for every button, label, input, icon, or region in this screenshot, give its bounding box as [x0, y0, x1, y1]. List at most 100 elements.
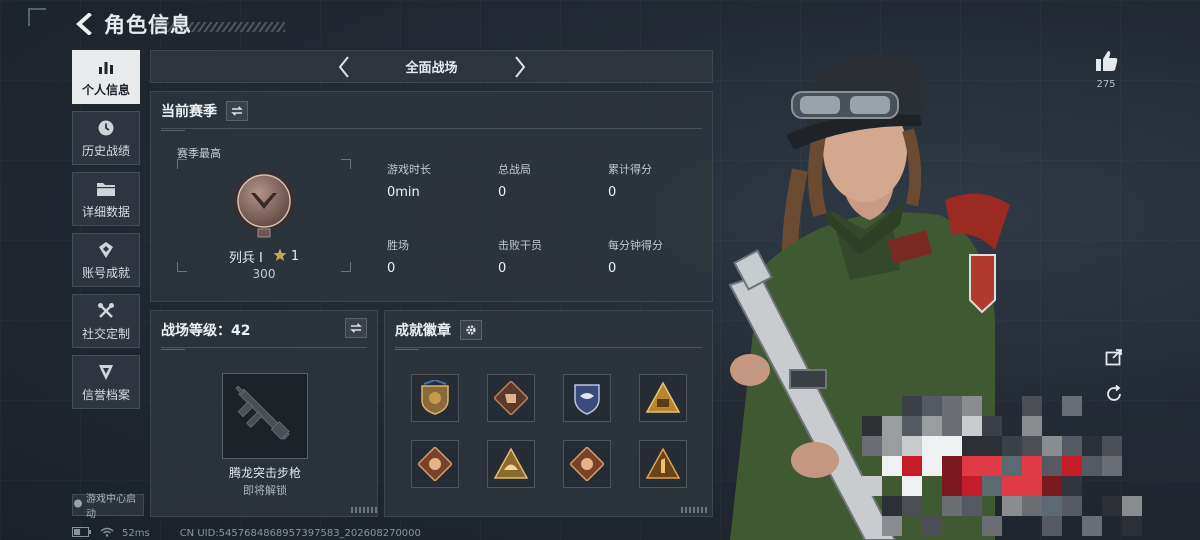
mosaic-cell — [1082, 416, 1102, 436]
badges-settings-button[interactable] — [460, 320, 482, 340]
thumbs-up-icon[interactable] — [1092, 48, 1122, 74]
mosaic-cell — [962, 496, 982, 516]
divider — [161, 347, 367, 350]
mode-next-chevron-icon[interactable] — [507, 54, 533, 80]
badge-dragon-icon[interactable] — [563, 440, 611, 488]
current-season-panel: 当前赛季 赛季最高 列兵 I 1 300 游戏时长 0min 总战局 0 累计得… — [150, 91, 713, 302]
mosaic-cell — [1122, 476, 1142, 496]
weapon-card[interactable] — [222, 373, 308, 459]
mosaic-cell — [1082, 516, 1102, 536]
mosaic-cell — [862, 436, 882, 456]
sidebar-item-personal-info[interactable]: 个人信息 — [72, 50, 140, 104]
season-swap-button[interactable] — [226, 101, 248, 121]
mosaic-cell — [1022, 476, 1042, 496]
chat-bubble-icon — [73, 499, 83, 512]
mosaic-cell — [922, 496, 942, 516]
mosaic-cell — [1102, 516, 1122, 536]
stat-label: 胜场 — [387, 239, 409, 252]
mosaic-cell — [982, 416, 1002, 436]
sidebar-item-label: 个人信息 — [81, 82, 130, 97]
sidebar-item-credit[interactable]: 信誉档案 — [72, 355, 140, 409]
stat-wins: 胜场 0 — [387, 237, 409, 276]
stat-score-per-minute: 每分钟得分 0 — [608, 237, 663, 276]
mosaic-cell — [922, 456, 942, 476]
sidebar-item-social[interactable]: 社交定制 — [72, 294, 140, 348]
divider — [395, 347, 702, 350]
mosaic-cell — [1042, 416, 1062, 436]
back-arrow-icon[interactable] — [70, 10, 98, 38]
mosaic-cell — [1062, 456, 1082, 476]
mosaic-cell — [882, 516, 902, 536]
mosaic-cell — [882, 496, 902, 516]
mosaic-cell — [1002, 496, 1022, 516]
frame-corner — [177, 159, 187, 169]
badge-fist-icon[interactable] — [487, 374, 535, 422]
clock-icon — [95, 118, 117, 138]
mosaic-cell — [1042, 516, 1062, 536]
stat-value: 0min — [387, 185, 420, 200]
mosaic-cell — [1022, 396, 1042, 416]
folder-icon — [95, 179, 117, 199]
divider — [161, 128, 702, 131]
mosaic-cell — [862, 516, 882, 536]
mosaic-cell — [1002, 516, 1022, 536]
mosaic-cell — [942, 476, 962, 496]
badge-number-one-triangle-icon[interactable] — [639, 440, 687, 488]
badge-eagle-shield-icon[interactable] — [411, 374, 459, 422]
mosaic-cell — [1002, 436, 1022, 456]
mosaic-cell — [1122, 516, 1142, 536]
mosaic-cell — [1042, 476, 1062, 496]
mode-title: 全面战场 — [405, 61, 458, 76]
mosaic-cell — [882, 436, 902, 456]
mosaic-cell — [1022, 456, 1042, 476]
mosaic-cell — [982, 456, 1002, 476]
like-count: 275 — [1096, 79, 1116, 90]
sidebar-item-achievements[interactable]: 账号成就 — [72, 233, 140, 287]
mosaic-cell — [902, 516, 922, 536]
mosaic-cell — [902, 496, 922, 516]
mosaic-cell — [942, 516, 962, 536]
badge-wing-shield-icon[interactable] — [563, 374, 611, 422]
mosaic-cell — [1082, 396, 1102, 416]
sidebar-item-detailed-data[interactable]: 详细数据 — [72, 172, 140, 226]
mosaic-cell — [922, 516, 942, 536]
weapon-name: 腾龙突击步枪 — [228, 466, 301, 480]
status-bar: 52ms CN UID:5457684868957397583_20260827… — [72, 526, 421, 540]
battery-icon — [72, 526, 92, 540]
badge-dragon-icon[interactable] — [411, 440, 459, 488]
achievement-icon — [95, 240, 117, 260]
mode-prev-chevron-icon[interactable] — [331, 54, 357, 80]
mosaic-cell — [962, 396, 982, 416]
badge-triangle-soldiers-icon[interactable] — [639, 374, 687, 422]
mosaic-cell — [862, 416, 882, 436]
mosaic-cell — [962, 456, 982, 476]
mosaic-cell — [902, 396, 922, 416]
stat-label: 累计得分 — [608, 163, 652, 176]
stat-play-time: 游戏时长 0min — [387, 161, 431, 200]
frame-corner — [341, 159, 351, 169]
mosaic-cell — [1002, 456, 1022, 476]
sidebar-item-history[interactable]: 历史战绩 — [72, 111, 140, 165]
mosaic-cell — [1042, 496, 1062, 516]
mosaic-cell — [942, 436, 962, 456]
game-center-launch-button[interactable]: 游戏中心启动 — [72, 494, 144, 520]
stat-value: 0 — [498, 185, 507, 200]
level-swap-button[interactable] — [345, 318, 367, 338]
rank-points: 300 — [252, 267, 276, 281]
mosaic-cell — [942, 496, 962, 516]
mosaic-cell — [882, 396, 902, 416]
mosaic-cell — [962, 516, 982, 536]
badge-helmet-triangle-icon[interactable] — [487, 440, 535, 488]
stat-total-score: 累计得分 0 — [608, 161, 652, 200]
stat-total-matches: 总战局 0 — [498, 161, 531, 200]
ping-value: 52ms — [122, 527, 150, 539]
mosaic-cell — [902, 476, 922, 496]
panel-title: 战场等级：42 — [161, 323, 251, 339]
rotate-icon[interactable] — [1102, 382, 1126, 406]
stat-value: 0 — [608, 261, 617, 276]
mosaic-cell — [1062, 416, 1082, 436]
corner-decoration — [28, 8, 46, 26]
mosaic-cell — [1002, 476, 1022, 496]
mosaic-cell — [1122, 456, 1142, 476]
share-icon[interactable] — [1102, 345, 1126, 369]
